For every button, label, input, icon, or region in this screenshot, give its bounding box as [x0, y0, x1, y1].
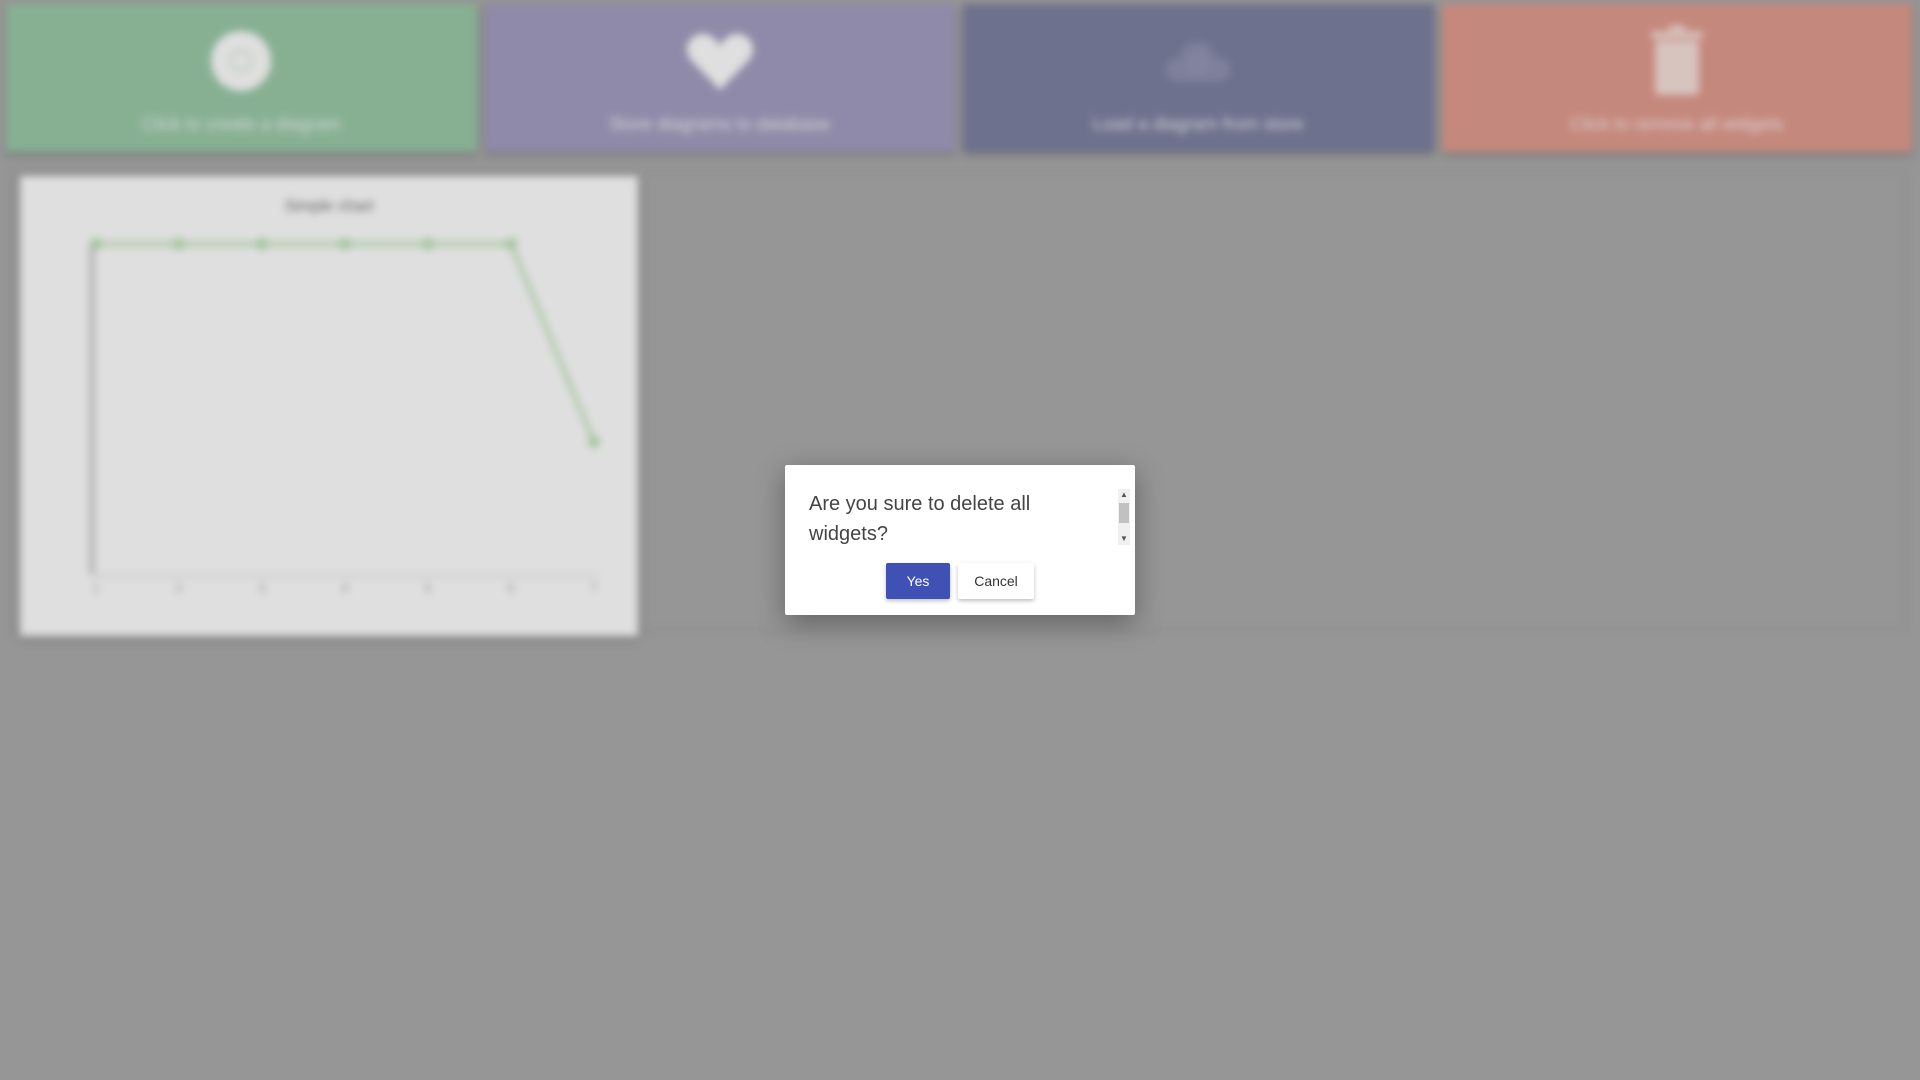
dialog-actions: Yes Cancel [785, 563, 1135, 599]
dialog-content: Are you sure to delete all widgets? [809, 489, 1099, 551]
cancel-button[interactable]: Cancel [958, 563, 1034, 599]
dialog-scrollbar[interactable]: ▲ ▼ [1118, 489, 1130, 545]
dialog-message: Are you sure to delete all widgets? [809, 493, 1031, 545]
scroll-up-icon[interactable]: ▲ [1118, 489, 1130, 501]
scroll-thumb[interactable] [1119, 503, 1129, 523]
yes-button[interactable]: Yes [886, 563, 950, 599]
scroll-down-icon[interactable]: ▼ [1118, 533, 1130, 545]
app-root: Click to create a diagram Store diagrams… [0, 0, 1920, 1080]
confirm-delete-dialog: Are you sure to delete all widgets? ▲ ▼ … [785, 465, 1135, 615]
